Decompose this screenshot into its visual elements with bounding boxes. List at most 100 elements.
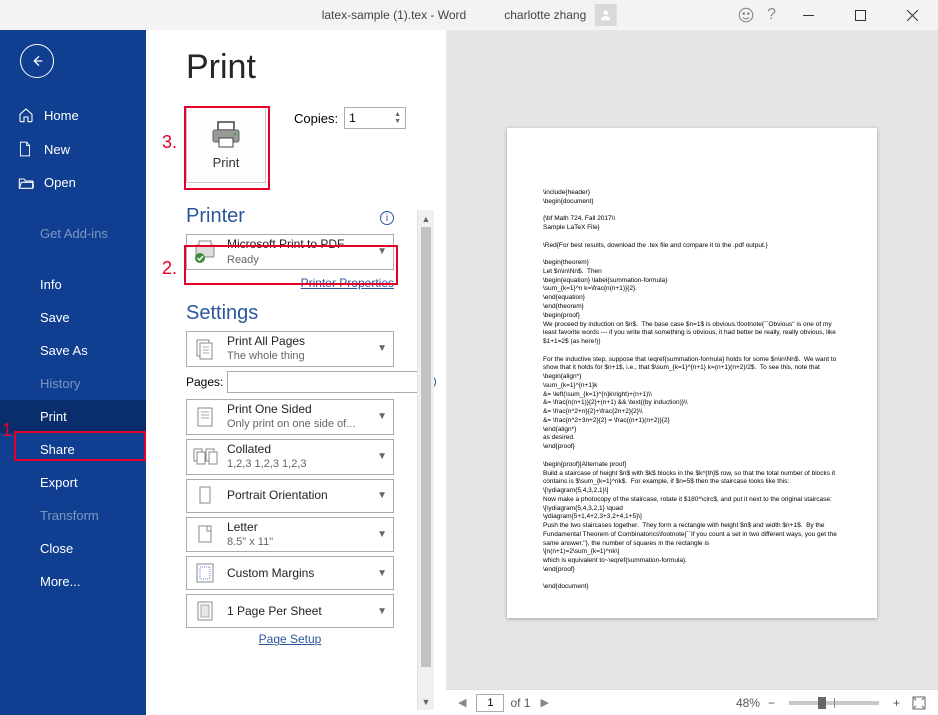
info-icon[interactable]: i [380,211,394,225]
minimize-button[interactable] [788,1,828,29]
sidebar-label: Save [40,310,70,325]
scroll-thumb[interactable] [421,227,431,667]
page-setup-link[interactable]: Page Setup [259,632,322,646]
pages-icon [191,335,219,363]
print-button[interactable]: Print [186,107,266,183]
user-name: charlotte zhang [504,8,586,22]
document-title: latex-sample (1).tex - Word [322,8,467,22]
chevron-down-icon: ▼ [377,411,387,422]
zoom-in-button[interactable]: + [891,696,902,710]
annotation-1: 1. [2,420,17,441]
sidebar-label: More... [40,574,80,589]
sidebar-label: Save As [40,343,88,358]
pages-label: Pages: [186,375,223,389]
maximize-button[interactable] [840,1,880,29]
back-button[interactable] [20,44,54,78]
printer-icon [210,121,242,149]
printer-name: Microsoft Print to PDF [227,237,369,253]
print-what-dropdown[interactable]: Print All PagesThe whole thing ▼ [186,331,394,367]
copies-label: Copies: [294,111,338,126]
options-scrollbar[interactable]: ▲ ▼ [417,210,434,710]
dd-title: Letter [227,520,369,536]
spinner-icon[interactable]: ▲▼ [394,111,401,125]
home-icon [18,107,34,123]
help-icon[interactable]: ? [767,6,776,24]
sidebar-item-new[interactable]: New [0,132,146,166]
dd-title: 1 Page Per Sheet [227,604,369,620]
fit-page-button[interactable] [908,696,930,710]
sidebar-item-close[interactable]: Close [0,532,146,565]
scroll-up-icon[interactable]: ▲ [418,210,434,227]
sidebar-item-more[interactable]: More... [0,565,146,598]
preview-footer: ◀ of 1 ▶ 48% − + [446,689,938,715]
dd-title: Custom Margins [227,566,369,582]
page-title: Print [186,48,436,87]
printer-properties-link[interactable]: Printer Properties [301,276,394,290]
sidebar-item-print[interactable]: Print [0,400,146,433]
collate-dropdown[interactable]: Collated1,2,3 1,2,3 1,2,3 ▼ [186,439,394,475]
collated-icon [191,443,219,471]
sidebar-label: New [44,142,70,157]
dd-title: Portrait Orientation [227,488,369,504]
sidebar-label: Print [40,409,67,424]
chevron-down-icon: ▼ [377,529,387,540]
printer-status: Ready [227,253,369,267]
printer-dropdown[interactable]: Microsoft Print to PDF Ready ▼ [186,234,394,270]
face-icon[interactable] [737,6,755,24]
sidebar-item-share[interactable]: Share [0,433,146,466]
prev-page-button[interactable]: ◀ [454,696,470,709]
sidebar-item-export[interactable]: Export [0,466,146,499]
pages-input[interactable] [227,371,418,393]
open-icon [18,176,34,190]
sidebar-label: Home [44,108,79,123]
zoom-slider[interactable] [789,701,879,705]
margins-dropdown[interactable]: Custom Margins ▼ [186,556,394,590]
paper-icon [191,521,219,549]
sidebar-item-addins[interactable]: Get Add-ins [0,217,146,250]
dd-title: Print One Sided [227,402,369,418]
sidebar-item-transform[interactable]: Transform [0,499,146,532]
preview-page: \include{header} \begin{document} {\bf M… [507,128,877,618]
sidebar-item-info[interactable]: Info [0,268,146,301]
chevron-down-icon: ▼ [377,490,387,501]
preview-content: \include{header} \begin{document} {\bf M… [543,189,841,592]
sides-dropdown[interactable]: Print One SidedOnly print on one side of… [186,399,394,435]
sheets-dropdown[interactable]: 1 Page Per Sheet ▼ [186,594,394,628]
printer-status-icon [191,238,219,266]
backstage-sidebar: Home New Open Get Add-ins Info Save Save… [0,30,146,715]
sidebar-label: Open [44,175,76,190]
sidebar-item-open[interactable]: Open [0,166,146,199]
dd-sub: The whole thing [227,349,369,363]
portrait-icon [191,482,219,510]
scroll-down-icon[interactable]: ▼ [418,693,434,710]
next-page-button[interactable]: ▶ [536,696,552,709]
orientation-dropdown[interactable]: Portrait Orientation ▼ [186,479,394,513]
paper-dropdown[interactable]: Letter8.5" x 11" ▼ [186,517,394,553]
zoom-level: 48% [736,696,760,710]
titlebar: latex-sample (1).tex - Word charlotte zh… [0,0,938,30]
zoom-out-button[interactable]: − [766,696,777,710]
sidebar-item-home[interactable]: Home [0,98,146,132]
page-of-label: of 1 [510,696,530,710]
sidebar-label: Close [40,541,73,556]
annotation-2: 2. [162,258,177,279]
dd-sub: 1,2,3 1,2,3 1,2,3 [227,457,369,471]
sidebar-item-history[interactable]: History [0,367,146,400]
user-avatar-icon[interactable] [594,4,616,26]
annotation-3: 3. [162,132,177,153]
chevron-down-icon: ▼ [377,451,387,462]
sidebar-item-saveas[interactable]: Save As [0,334,146,367]
print-options-column: Print Print Copies: 1 ▲▼ Printer i [146,30,446,715]
print-button-label: Print [213,155,240,170]
page-number-input[interactable] [476,694,504,712]
print-panel: Print Print Copies: 1 ▲▼ Printer i [146,30,938,715]
copies-value: 1 [349,111,356,125]
dd-sub: 8.5" x 11" [227,535,369,549]
close-button[interactable] [892,1,932,29]
margins-icon [191,559,219,587]
chevron-down-icon: ▼ [377,246,387,257]
sidebar-label: History [40,376,80,391]
chevron-down-icon: ▼ [377,606,387,617]
copies-input[interactable]: 1 ▲▼ [344,107,406,129]
sidebar-item-save[interactable]: Save [0,301,146,334]
